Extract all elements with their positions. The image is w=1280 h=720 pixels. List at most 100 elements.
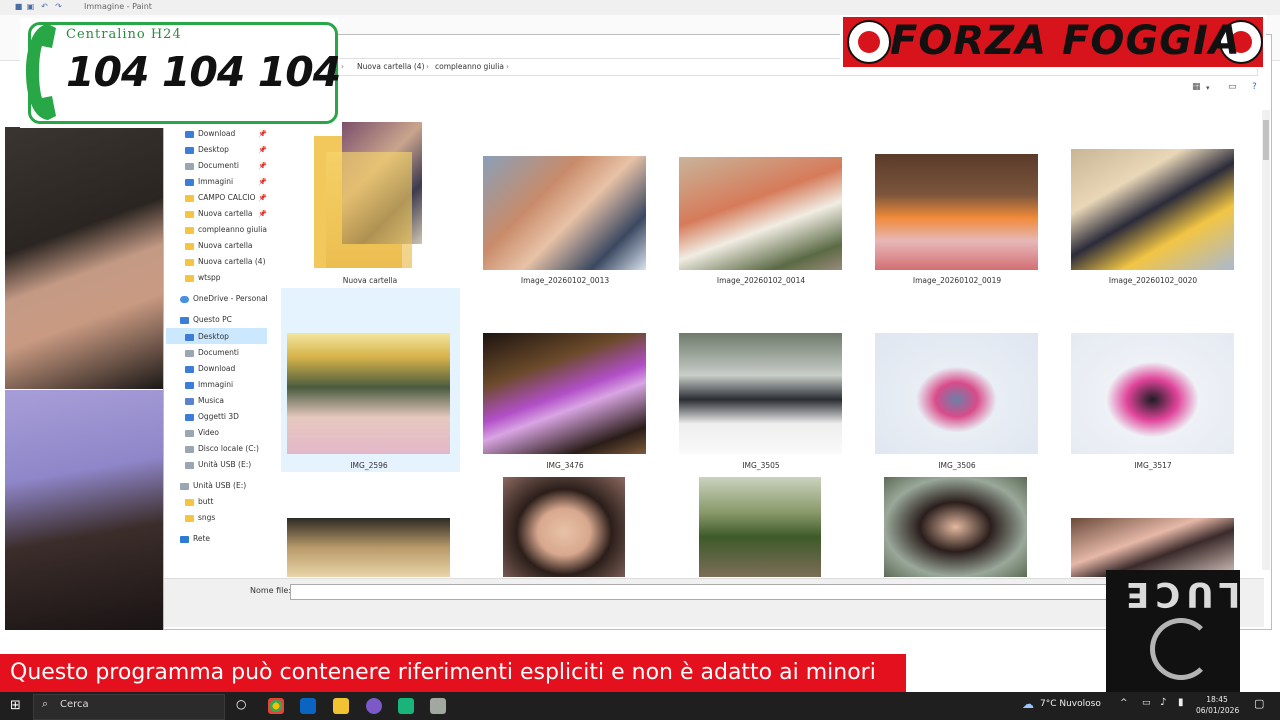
view-options-icon[interactable]: ▦ — [1192, 82, 1201, 92]
nav-item-nuova-cartella[interactable]: Nuova cartella — [185, 207, 253, 221]
nav-item-pc-download[interactable]: Download — [185, 362, 235, 376]
file-name-label[interactable]: IMG_3517 — [1068, 461, 1238, 470]
nav-label: Documenti — [198, 161, 239, 170]
nav-item-pc-disco-c[interactable]: Disco locale (C:) — [185, 442, 259, 456]
nav-item-pc-usb[interactable]: Unità USB (E:) — [185, 458, 251, 472]
folder-thumbnail[interactable] — [314, 122, 424, 268]
paint-taskbar-icon[interactable] — [430, 698, 446, 714]
nav-label: Immagini — [198, 177, 234, 186]
nav-item-compleanno-giulia[interactable]: compleanno giulia — [185, 223, 267, 237]
nav-label: Oggetti 3D — [198, 412, 239, 421]
team-crest-icon — [847, 20, 891, 64]
file-name-label[interactable]: IMG_2596 — [284, 461, 454, 470]
outlook-icon[interactable] — [300, 698, 316, 714]
photo-thumbnail[interactable] — [875, 333, 1038, 454]
battery-icon[interactable]: ▮ — [1178, 697, 1184, 708]
file-name-label[interactable]: IMG_3505 — [676, 461, 846, 470]
file-name-label[interactable]: IMG_3476 — [480, 461, 650, 470]
breadcrumb-item[interactable]: compleanno giulia — [435, 62, 504, 71]
usb-icon — [185, 461, 194, 469]
app-icon[interactable] — [366, 698, 382, 714]
nav-item-pc-musica[interactable]: Musica — [185, 394, 224, 408]
file-name-label[interactable]: Image_20260102_0013 — [480, 276, 650, 285]
nav-item-questo-pc[interactable]: Questo PC — [180, 313, 232, 327]
chevron-right-icon: › — [426, 62, 429, 71]
photo-thumbnail[interactable] — [884, 477, 1027, 577]
undo-icon[interactable]: ↶ — [40, 2, 49, 11]
save-icon[interactable]: ▣ — [26, 2, 35, 11]
scrollbar-thumb[interactable] — [1263, 120, 1269, 160]
folder-icon — [185, 258, 194, 266]
photo-thumbnail[interactable] — [503, 477, 625, 577]
photo-thumbnail[interactable] — [287, 333, 450, 454]
nav-item-usb-butt[interactable]: butt — [185, 495, 213, 509]
nav-label: Musica — [198, 396, 224, 405]
help-icon[interactable]: ? — [1252, 82, 1257, 92]
photo-thumbnail[interactable] — [679, 157, 842, 270]
file-name-label[interactable]: Image_20260102_0020 — [1068, 276, 1238, 285]
photo-thumbnail[interactable] — [483, 156, 646, 270]
breadcrumb-item[interactable]: Nuova cartella (4) — [357, 62, 425, 71]
file-name-label[interactable]: Image_20260102_0014 — [676, 276, 846, 285]
redo-icon[interactable]: ↷ — [54, 2, 63, 11]
nav-item-rete[interactable]: Rete — [180, 532, 210, 546]
pin-icon: 📌 — [258, 130, 267, 138]
nav-item-wtspp[interactable]: wtspp — [185, 271, 221, 285]
nav-item-download[interactable]: Download — [185, 127, 235, 141]
computer-icon — [180, 316, 189, 324]
photo-thumbnail[interactable] — [287, 518, 450, 577]
nav-item-pc-documenti[interactable]: Documenti — [185, 346, 239, 360]
pictures-icon — [185, 178, 194, 186]
folder-icon — [185, 194, 194, 202]
notifications-icon[interactable]: ▢ — [1254, 697, 1264, 710]
nav-label: Immagini — [198, 380, 234, 389]
filename-input[interactable] — [290, 584, 1112, 600]
nav-label: Nuova cartella — [198, 241, 253, 250]
nav-item-pc-immagini[interactable]: Immagini — [185, 378, 233, 392]
nav-item-pc-oggetti-3d[interactable]: Oggetti 3D — [185, 410, 239, 424]
webcam-photo — [5, 127, 163, 389]
nav-label: Desktop — [198, 145, 229, 154]
photo-thumbnail[interactable] — [1071, 333, 1234, 454]
nav-item-pc-video[interactable]: Video — [185, 426, 219, 440]
taskbar-clock[interactable]: 18:45 06/01/2026 — [1196, 694, 1239, 716]
nav-item-usb-sngs[interactable]: sngs — [185, 511, 215, 525]
pin-icon: 📌 — [258, 146, 267, 154]
network-tray-icon[interactable]: ▭ — [1142, 698, 1151, 708]
weather-widget[interactable]: 7°C Nuvoloso — [1040, 699, 1101, 709]
nav-label: Unità USB (E:) — [193, 481, 247, 490]
nav-item-usb-root[interactable]: Unità USB (E:) — [180, 479, 246, 493]
folder-icon — [185, 242, 194, 250]
photo-thumbnail[interactable] — [1071, 149, 1234, 270]
warning-banner-text: Questo programma può contenere riferimen… — [10, 660, 876, 685]
file-name-label[interactable]: Image_20260102_0019 — [872, 276, 1042, 285]
nav-item-immagini[interactable]: Immagini — [185, 175, 233, 189]
file-name-label[interactable]: Nuova cartella — [285, 276, 455, 285]
windows-start-icon[interactable]: ⊞ — [10, 698, 21, 713]
chevron-down-icon[interactable]: ▾ — [1206, 84, 1210, 92]
nav-item-desktop[interactable]: Desktop — [185, 143, 229, 157]
photo-thumbnail[interactable] — [699, 477, 821, 577]
photo-thumbnail[interactable] — [875, 154, 1038, 270]
nav-item-nuova-cartella-2[interactable]: Nuova cartella — [185, 239, 253, 253]
nav-item-onedrive[interactable]: OneDrive - Personal — [180, 292, 268, 306]
photo-thumbnail[interactable] — [483, 333, 646, 454]
filename-label: Nome file: — [250, 586, 292, 595]
task-view-icon[interactable]: ○ — [236, 697, 246, 711]
team-banner-text: FORZA FOGGIA — [890, 18, 1241, 64]
nav-item-pc-desktop[interactable]: Desktop — [185, 330, 229, 344]
file-name-label[interactable]: IMG_3506 — [872, 461, 1042, 470]
photo-thumbnail[interactable] — [1071, 518, 1234, 577]
photo-thumbnail[interactable] — [679, 333, 842, 454]
nav-item-campo-calcio[interactable]: CAMPO CALCIO — [185, 191, 256, 205]
nav-item-nuova-cartella-4[interactable]: Nuova cartella (4) — [185, 255, 266, 269]
app-icon[interactable] — [398, 698, 414, 714]
scrollbar[interactable] — [1262, 110, 1270, 570]
preview-pane-icon[interactable]: ▭ — [1228, 82, 1237, 92]
nav-item-documenti[interactable]: Documenti — [185, 159, 239, 173]
file-explorer-icon[interactable] — [333, 698, 349, 714]
chrome-icon[interactable] — [268, 698, 284, 714]
volume-icon[interactable]: ♪ — [1160, 697, 1166, 708]
chevron-up-icon[interactable]: ^ — [1120, 698, 1128, 708]
nav-label: Nuova cartella — [198, 209, 253, 218]
